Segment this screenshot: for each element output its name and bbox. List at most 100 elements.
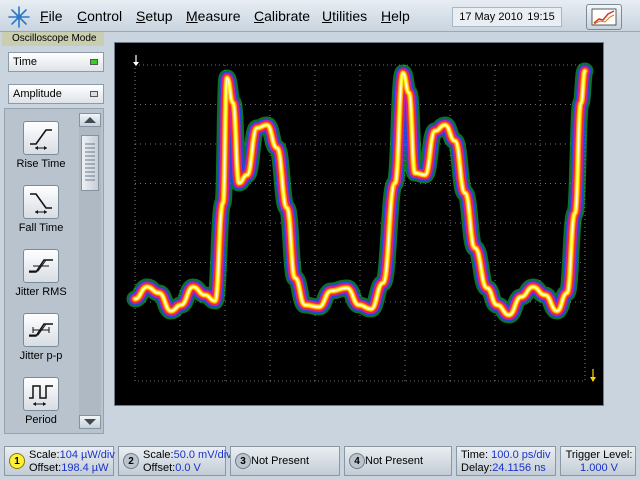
grip-icon [85, 143, 95, 181]
channel-2-status[interactable]: 2 Scale:50.0 mV/div Offset:0.0 V [118, 446, 232, 476]
channel-1-scale: Scale:104 µW/div [29, 449, 115, 461]
channel-4-badge: 4 [349, 453, 365, 469]
jitter-rms-icon [23, 249, 59, 283]
timebase-scale: Time: 100.0 ps/div [461, 449, 550, 461]
menu-control-label: ontrol [87, 8, 123, 24]
menu-file-mnemonic: F [40, 8, 49, 24]
eye-trace-layer-6 [134, 70, 586, 316]
eye-trace-layer-3 [131, 67, 589, 319]
channel-1-status[interactable]: 1 Scale:104 µW/div Offset:198.4 µW [4, 446, 115, 476]
channel-2-scale-label: Scale: [143, 449, 174, 461]
jitter-pp-label: Jitter p-p [19, 350, 63, 362]
period-button[interactable]: Period [9, 373, 73, 433]
menu-file-label: ile [48, 8, 63, 24]
period-label: Period [25, 414, 57, 426]
scroll-down-button[interactable] [79, 415, 101, 429]
menu-help-label: elp [391, 8, 410, 24]
menu-calibrate-mnemonic: C [254, 8, 265, 24]
date-time-display: 17 May 2010 19:15 [452, 7, 562, 27]
channel-2-scale-value: 50.0 mV/div [173, 449, 232, 461]
eye-trace-layer-2 [130, 66, 590, 320]
eye-trace-layer-1 [128, 64, 592, 322]
graticule [134, 64, 586, 382]
menu-calibrate[interactable]: Calibrate [254, 8, 310, 24]
channel-3-status[interactable]: 3 Not Present [230, 446, 340, 476]
menu-setup-label: etup [145, 8, 173, 24]
waveform-display[interactable] [114, 42, 604, 406]
jitter-rms-label: Jitter RMS [15, 286, 67, 298]
rise-time-label: Rise Time [16, 158, 66, 170]
rise-time-button[interactable]: Rise Time [9, 117, 73, 177]
chevron-up-icon [84, 117, 96, 123]
measurement-panel: Rise Time Fall Time Jitter RMS Jitter p-… [4, 108, 104, 434]
channel-2-offset-value: 0.0 V [175, 462, 201, 474]
menu-help[interactable]: Help [381, 8, 410, 24]
scroll-thumb[interactable] [81, 135, 99, 191]
menu-bar: File Control Setup Measure Calibrate Uti… [0, 0, 640, 32]
graph-view-button[interactable] [586, 4, 622, 30]
channel-3-text: Not Present [251, 455, 310, 467]
menu-calibrate-label: alibrate [264, 8, 311, 24]
measurement-scrollbar[interactable] [79, 113, 101, 429]
channel-1-offset-label: Offset: [29, 462, 62, 474]
jitter-pp-icon [23, 313, 59, 347]
channel-1-badge: 1 [9, 453, 25, 469]
timebase-delay-label: Delay: [461, 462, 493, 474]
time-button[interactable]: Time [8, 52, 104, 72]
date-text: 17 May 2010 [459, 11, 523, 23]
menu-file[interactable]: File [40, 8, 63, 24]
waveform-plot [126, 55, 596, 382]
menu-control[interactable]: Control [77, 8, 122, 24]
channel-1-scale-label: Scale: [29, 449, 60, 461]
channel-2-scale: Scale:50.0 mV/div [143, 449, 232, 461]
timebase-scale-value: 100.0 ps/div [491, 449, 551, 461]
time-text: 19:15 [527, 11, 555, 23]
amplitude-button[interactable]: Amplitude [8, 84, 104, 104]
amplitude-led-icon [90, 91, 98, 97]
menu-utilities-mnemonic: U [322, 8, 333, 24]
fall-time-label: Fall Time [18, 222, 64, 234]
scroll-up-button[interactable] [79, 113, 101, 127]
trigger-status[interactable]: Trigger Level: 1.000 V [560, 446, 636, 476]
menu-setup[interactable]: Setup [136, 8, 173, 24]
menu-control-mnemonic: C [77, 8, 88, 24]
timebase-delay-value: 24.1156 ns [492, 462, 546, 474]
graph-view-icon [591, 8, 617, 26]
time-button-label: Time [13, 56, 38, 68]
jitter-rms-button[interactable]: Jitter RMS [9, 245, 73, 305]
channel-1-offset: Offset:198.4 µW [29, 462, 109, 474]
eye-trace-layer-5 [133, 69, 587, 317]
jitter-pp-button[interactable]: Jitter p-p [9, 309, 73, 369]
amplitude-button-label: Amplitude [13, 88, 62, 100]
markers [133, 55, 596, 382]
channel-2-offset-label: Offset: [143, 462, 176, 474]
menu-measure-mnemonic: M [186, 8, 198, 24]
eye-trace-layer-0 [126, 62, 594, 324]
menu-utilities[interactable]: Utilities [322, 8, 367, 24]
channel-4-text: Not Present [365, 455, 424, 467]
trigger-level-value: 1.000 V [580, 462, 618, 474]
time-led-icon [90, 59, 98, 65]
fall-time-icon [23, 185, 59, 219]
rise-time-icon [23, 121, 59, 155]
channel-2-badge: 2 [123, 453, 139, 469]
agilent-logo-icon [8, 6, 30, 28]
timebase-scale-label: Time: [461, 449, 489, 461]
trigger-level-label: Trigger Level: [565, 449, 633, 461]
menu-measure[interactable]: Measure [186, 8, 240, 24]
channel-4-status[interactable]: 4 Not Present [344, 446, 452, 476]
fall-time-button[interactable]: Fall Time [9, 181, 73, 241]
oscilloscope-mode-label: Oscilloscope Mode [2, 32, 104, 46]
channel-3-badge: 3 [235, 453, 251, 469]
menu-setup-mnemonic: S [136, 8, 146, 24]
trigger-marker-icon [133, 55, 139, 66]
timebase-status[interactable]: Time: 100.0 ps/div Delay:24.1156 ns [456, 446, 556, 476]
eye-trace-layer-4 [132, 68, 588, 318]
channel-1-offset-value: 198.4 µW [61, 462, 109, 474]
timebase-delay: Delay:24.1156 ns [461, 462, 546, 474]
channel-2-offset: Offset:0.0 V [143, 462, 201, 474]
period-icon [23, 377, 59, 411]
channel-1-scale-value: 104 µW/div [59, 449, 115, 461]
channel-marker-icon [590, 369, 596, 382]
menu-utilities-label: tilities [332, 8, 368, 24]
